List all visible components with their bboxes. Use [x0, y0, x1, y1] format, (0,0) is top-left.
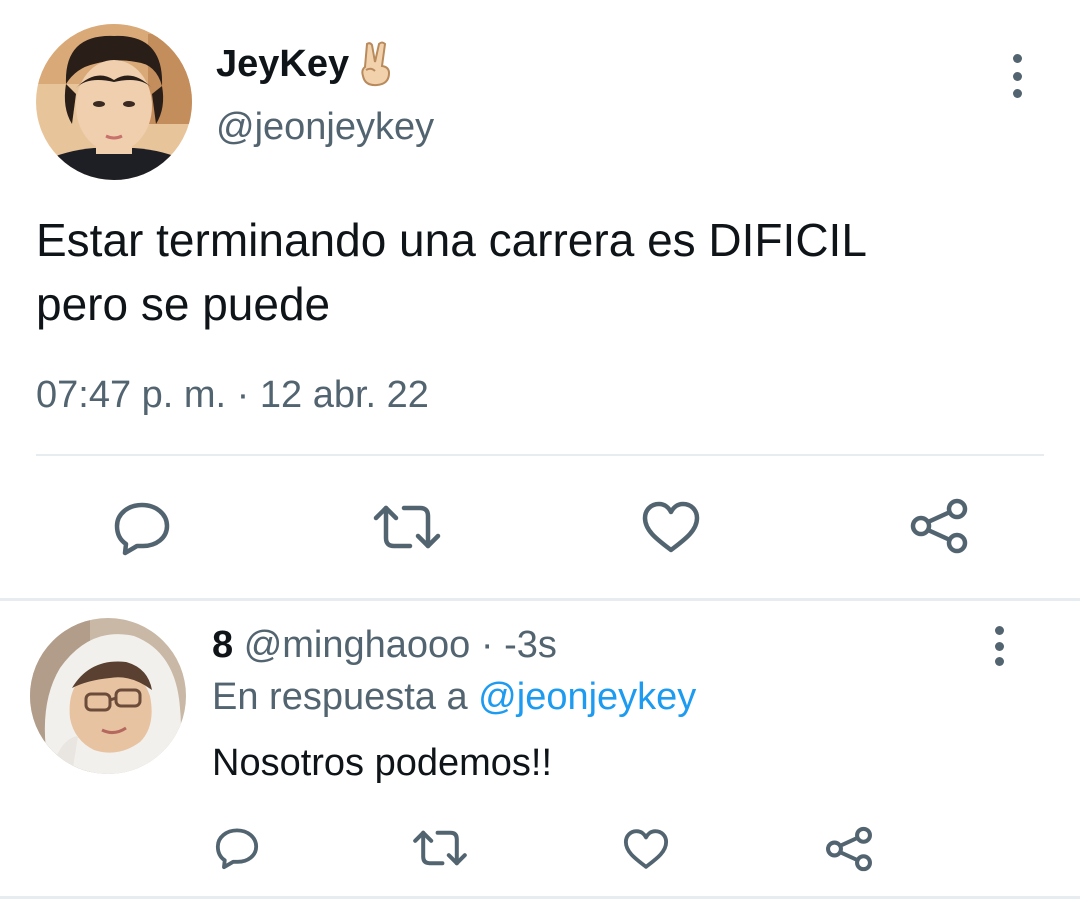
like-button[interactable] — [640, 500, 702, 554]
reply-more-options-icon[interactable] — [986, 626, 1012, 666]
tweet-timestamp[interactable]: 07:47 p. m. · 12 abr. 22 — [36, 374, 429, 417]
reply-icon — [114, 502, 170, 556]
reply-time[interactable]: -3s — [504, 624, 557, 666]
tweet-text-line-1: Estar terminando una carrera es DIFICIL — [36, 214, 867, 266]
reply-separator: · — [480, 624, 494, 666]
avatar[interactable] — [36, 24, 192, 180]
share-icon — [826, 826, 872, 872]
like-icon — [623, 829, 669, 869]
reply-text: Nosotros podemos!! — [212, 742, 553, 784]
reply-share-button[interactable] — [824, 826, 874, 872]
reply-avatar[interactable] — [30, 618, 186, 774]
retweet-icon — [413, 830, 467, 866]
tweet-detail-page: JeyKey @jeonjeykey Estar terminando una … — [0, 0, 1080, 900]
tweet-text-line-2: pero se puede — [36, 278, 331, 330]
reply-retweet-button[interactable] — [412, 828, 468, 868]
main-tweet: JeyKey @jeonjeykey Estar terminando una … — [0, 0, 1080, 598]
tweet-text: Estar terminando una carrera es DIFICIL … — [36, 208, 1046, 336]
section-divider — [0, 598, 1080, 601]
reply-author-handle[interactable]: @minghaooo — [244, 624, 471, 666]
more-options-icon[interactable] — [1002, 54, 1032, 98]
author-name[interactable]: JeyKey — [216, 40, 395, 88]
replying-to-mention[interactable]: @jeonjeykey — [478, 676, 696, 718]
share-icon — [910, 498, 968, 554]
replying-to-label: En respuesta a — [212, 676, 468, 718]
reply-button[interactable] — [112, 500, 172, 556]
bottom-divider — [0, 896, 1080, 899]
retweet-button[interactable] — [372, 502, 442, 552]
divider — [36, 454, 1044, 456]
author-name-text: JeyKey — [216, 42, 350, 85]
reply-like-button[interactable] — [622, 828, 670, 870]
author-handle[interactable]: @jeonjeykey — [216, 106, 434, 149]
victory-hand-emoji — [355, 40, 395, 88]
reply-header: 8 @minghaooo · -3s — [212, 624, 557, 667]
reply-reply-button[interactable] — [214, 826, 260, 870]
share-button[interactable] — [908, 498, 970, 554]
like-icon — [642, 501, 700, 553]
retweet-icon — [373, 505, 441, 549]
replying-to: En respuesta a @jeonjeykey — [212, 676, 696, 719]
reply-icon — [215, 828, 259, 870]
reply-author-name[interactable]: 8 — [212, 624, 233, 666]
